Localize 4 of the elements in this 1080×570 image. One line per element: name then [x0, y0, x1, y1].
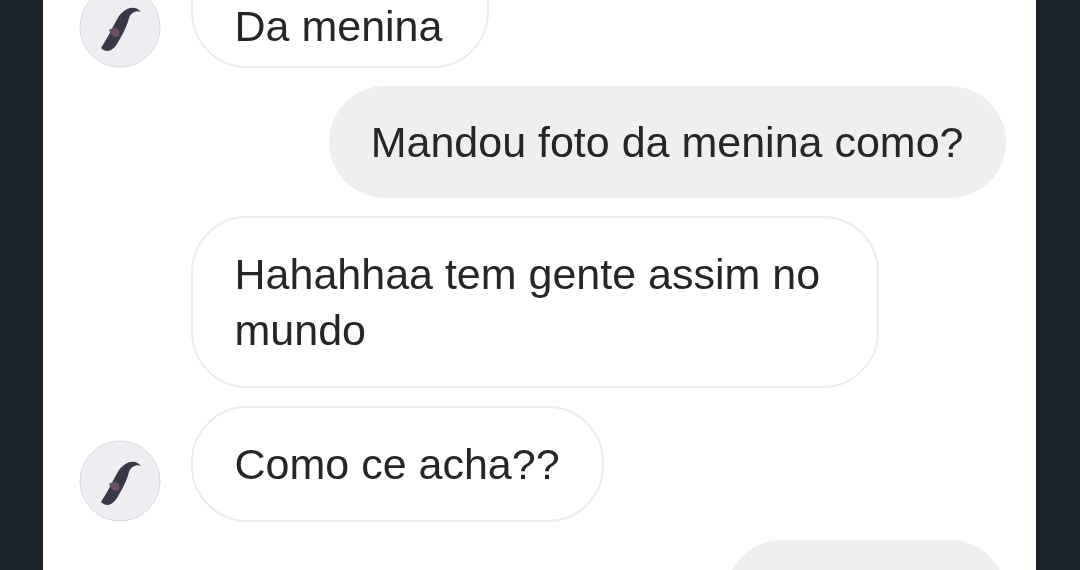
message-text: Mandou foto da menina como? [370, 118, 964, 166]
message-text: Hahahhaa tem gente assim no mundo [234, 250, 821, 354]
message-text: Como ce acha?? [234, 440, 560, 488]
message-text: Da menina [234, 2, 443, 50]
